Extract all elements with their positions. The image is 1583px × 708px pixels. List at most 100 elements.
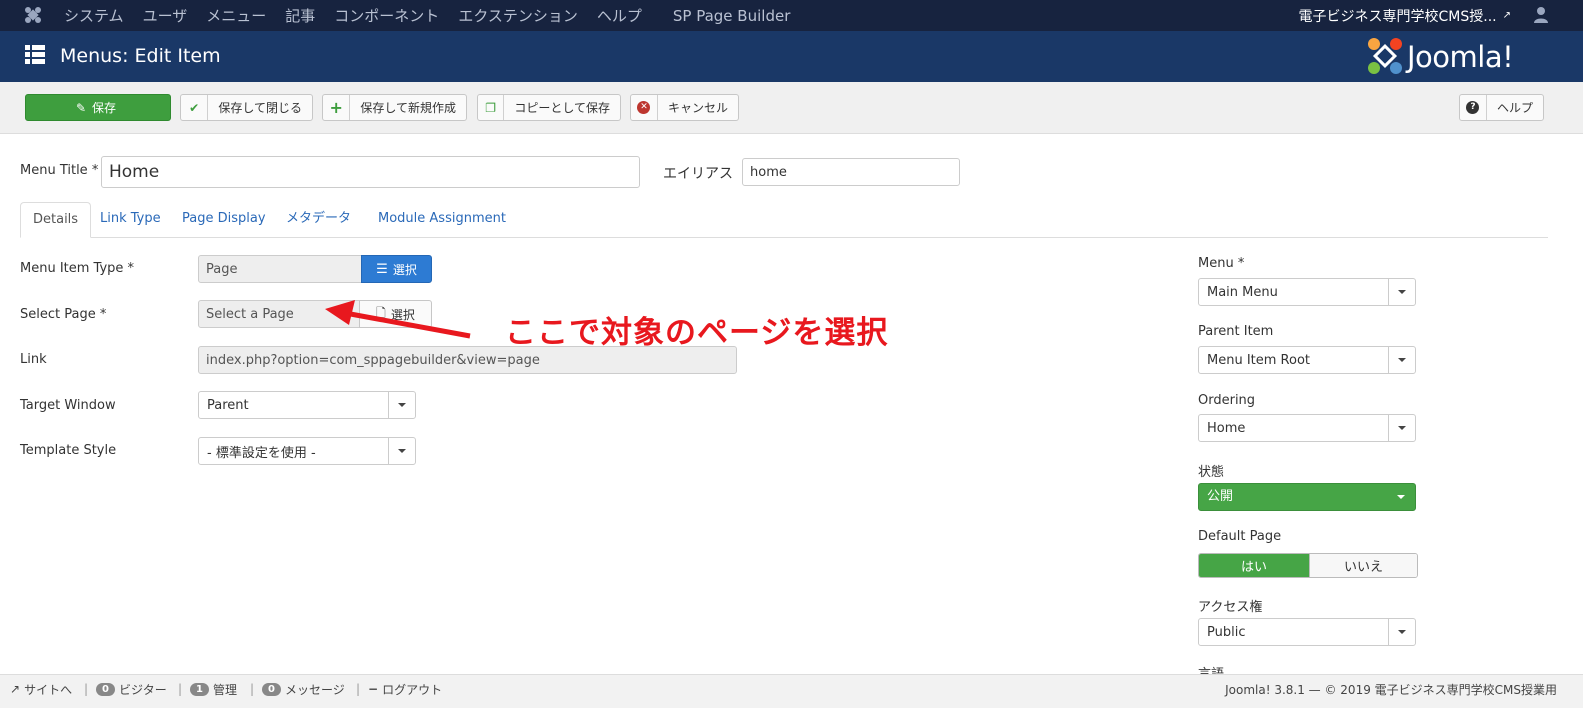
- messages-link[interactable]: 0 メッセージ: [262, 675, 345, 703]
- visitors-status: 0 ビジター: [96, 675, 167, 703]
- tab-link-type[interactable]: Link Type: [100, 202, 161, 238]
- access-value: Public: [1207, 624, 1246, 640]
- item-type-select-button[interactable]: ☰ 選択: [361, 255, 432, 283]
- chevron-down-icon: [1397, 495, 1405, 499]
- top-navbar: システム ユーザ メニュー 記事 コンポーネント エクステンション ヘルプ SP…: [0, 0, 1583, 31]
- external-link-icon: ↗: [10, 682, 21, 696]
- site-name: 電子ビジネス専門学校CMS授...: [1298, 8, 1497, 25]
- chevron-down-icon: [1388, 415, 1415, 441]
- chevron-down-icon: [1388, 279, 1415, 305]
- page-title: Menus: Edit Item: [60, 45, 221, 67]
- plus-icon: +: [323, 95, 351, 120]
- divider: |: [356, 682, 361, 696]
- alias-value: home: [750, 164, 787, 180]
- parent-item-select[interactable]: Menu Item Root: [1198, 346, 1416, 374]
- chevron-down-icon: [388, 438, 415, 464]
- tab-module-assignment[interactable]: Module Assignment: [378, 202, 506, 238]
- cancel-icon: ✕: [631, 95, 658, 120]
- link-value: index.php?option=com_sppagebuilder&view=…: [206, 352, 540, 368]
- chevron-down-icon: [1388, 619, 1415, 645]
- menu-content[interactable]: 記事: [285, 5, 315, 26]
- parent-item-label: Parent Item: [1198, 324, 1274, 339]
- status-select[interactable]: 公開: [1198, 483, 1416, 511]
- tab-details[interactable]: Details: [20, 202, 92, 238]
- template-style-select[interactable]: - 標準設定を使用 -: [198, 437, 416, 465]
- ordering-select[interactable]: Home: [1198, 414, 1416, 442]
- top-menu: システム ユーザ メニュー 記事 コンポーネント エクステンション ヘルプ SP…: [64, 0, 809, 31]
- default-no-button[interactable]: いいえ: [1309, 554, 1417, 577]
- divider: |: [250, 682, 255, 696]
- cancel-button[interactable]: ✕ キャンセル: [630, 94, 739, 121]
- logout-link[interactable]: − ログアウト: [368, 675, 442, 703]
- menu-components[interactable]: コンポーネント: [334, 5, 439, 26]
- copy-icon: ❐: [478, 95, 505, 120]
- status-bar: ↗ サイトへ | 0 ビジター | 1 管理 | 0 メッセージ | − ログア…: [0, 674, 1583, 708]
- default-page-label: Default Page: [1198, 529, 1282, 544]
- joomla-wordmark: Joomla!: [1407, 40, 1514, 74]
- menu-extensions[interactable]: エクステンション: [458, 5, 578, 26]
- default-yes-button[interactable]: はい: [1199, 554, 1309, 577]
- divider: |: [84, 682, 89, 696]
- view-site-link[interactable]: ↗ サイトへ: [10, 675, 72, 703]
- ordering-value: Home: [1207, 420, 1246, 436]
- chevron-down-icon: [388, 392, 415, 418]
- menu-help[interactable]: ヘルプ: [597, 5, 642, 26]
- minus-icon: −: [368, 682, 379, 696]
- save-copy-button[interactable]: ❐ コピーとして保存: [477, 94, 621, 121]
- save-close-button[interactable]: ✔ 保存して閉じる: [180, 94, 313, 121]
- template-style-label: Template Style: [20, 443, 117, 458]
- menu-menus[interactable]: メニュー: [206, 5, 266, 26]
- admins-badge: 1: [190, 682, 209, 696]
- menu-label: Menu *: [1198, 256, 1245, 271]
- joomla-logo: Joomla!: [1367, 37, 1557, 79]
- select-page-value: Select a Page: [206, 306, 294, 322]
- link-label: Link: [20, 352, 47, 367]
- menu-title-label: Menu Title *: [20, 163, 99, 178]
- status-label: 状態: [1198, 465, 1225, 480]
- annotation-text: ここで対象のページを選択: [505, 315, 889, 351]
- joomla-logo-icon: [1368, 38, 1402, 74]
- access-select[interactable]: Public: [1198, 618, 1416, 646]
- target-window-value: Parent: [207, 397, 249, 413]
- tab-page-display[interactable]: Page Display: [182, 202, 266, 238]
- check-icon: ✔: [181, 95, 209, 120]
- target-window-select[interactable]: Parent: [198, 391, 416, 419]
- template-style-value: - 標準設定を使用 -: [207, 445, 316, 461]
- divider: |: [178, 682, 183, 696]
- admins-status: 1 管理: [190, 675, 237, 703]
- joomla-menu-icon[interactable]: [24, 6, 42, 24]
- item-type-value: Page: [206, 261, 238, 277]
- alias-label: エイリアス: [663, 166, 733, 182]
- access-label: アクセス権: [1198, 600, 1263, 615]
- user-icon[interactable]: [1533, 6, 1549, 24]
- ordering-label: Ordering: [1198, 393, 1256, 408]
- menu-title-input[interactable]: Home: [101, 156, 640, 188]
- help-button[interactable]: ? ヘルプ: [1459, 94, 1544, 121]
- external-link-icon: ↗: [1502, 10, 1511, 21]
- messages-badge: 0: [262, 682, 281, 696]
- save-button[interactable]: ✎ 保存: [25, 94, 171, 121]
- footer-copyright: Joomla! 3.8.1 — © 2019 電子ビジネス専門学校CMS授業用: [1225, 682, 1557, 697]
- menu-title-value: Home: [109, 162, 160, 182]
- default-page-toggle: はい いいえ: [1198, 553, 1418, 578]
- select-page-label: Select Page *: [20, 307, 107, 322]
- menu-value: Main Menu: [1207, 284, 1278, 300]
- visitors-badge: 0: [96, 682, 115, 696]
- parent-item-value: Menu Item Root: [1207, 352, 1311, 368]
- item-type-label: Menu Item Type *: [20, 261, 135, 276]
- menu-sp-page-builder[interactable]: SP Page Builder: [673, 7, 790, 25]
- target-window-label: Target Window: [20, 398, 116, 413]
- chevron-down-icon: [1388, 347, 1415, 373]
- page-header: Menus: Edit Item Joomla!: [0, 31, 1583, 82]
- tab-metadata[interactable]: メタデータ: [286, 202, 351, 238]
- status-value: 公開: [1207, 489, 1234, 504]
- save-new-button[interactable]: + 保存して新規作成: [322, 94, 467, 121]
- alias-input[interactable]: home: [742, 158, 960, 186]
- menu-system[interactable]: システム: [64, 5, 124, 26]
- menu-select[interactable]: Main Menu: [1198, 278, 1416, 306]
- menu-users[interactable]: ユーザ: [143, 5, 188, 26]
- list-icon: [25, 45, 45, 64]
- toolbar: ✎ 保存 ✔ 保存して閉じる + 保存して新規作成 ❐ コピーとして保存 ✕ キ…: [0, 82, 1583, 134]
- site-link[interactable]: 電子ビジネス専門学校CMS授... ↗: [1299, 0, 1511, 31]
- list-icon: ☰: [376, 261, 388, 277]
